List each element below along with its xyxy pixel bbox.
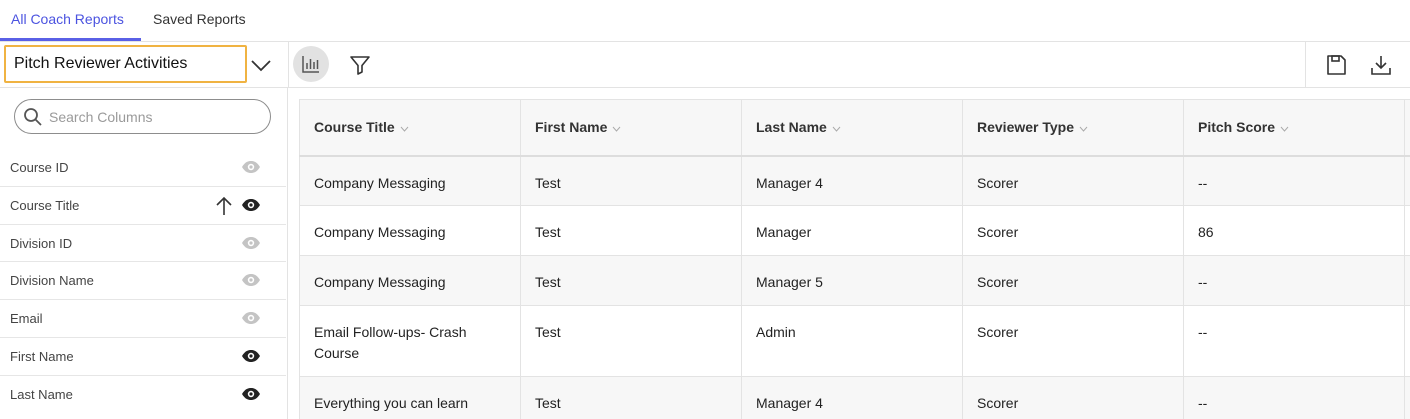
column-header-first-name[interactable]: First Name: [520, 99, 742, 157]
tab-saved-reports[interactable]: Saved Reports: [153, 0, 246, 42]
table-row[interactable]: Email Follow-ups- Crash Course Test Admi…: [299, 305, 1410, 377]
column-header-label: Last Name: [756, 119, 827, 136]
caret-down-icon: [832, 126, 841, 132]
column-header-label: Reviewer Type: [977, 119, 1075, 136]
table-cell: --: [1183, 305, 1405, 377]
eye-icon[interactable]: [241, 236, 261, 250]
column-label: Course Title: [10, 197, 80, 213]
column-header-label: First Name: [535, 119, 608, 136]
column-label: Course ID: [10, 160, 69, 175]
table-cell: Test: [520, 155, 742, 206]
table-cell: Company Messaging: [299, 205, 521, 256]
caret-down-icon: [400, 126, 409, 132]
table-cell: 86: [1183, 205, 1405, 256]
table-cell: Scorer: [962, 376, 1184, 419]
eye-icon[interactable]: [241, 387, 261, 401]
table-cell-overflow: [1404, 205, 1410, 256]
column-label: Email: [10, 311, 43, 327]
eye-icon[interactable]: [241, 349, 261, 363]
column-label: First Name: [10, 348, 74, 364]
save-icon[interactable]: [1324, 53, 1348, 77]
column-item-division-name[interactable]: Division Name: [0, 262, 286, 301]
download-icon[interactable]: [1369, 53, 1393, 77]
search-columns-input[interactable]: [49, 100, 264, 133]
column-sidebar: Course ID Course Title Division ID: [0, 88, 288, 419]
table-cell: Manager 4: [741, 155, 963, 206]
bar-chart-icon: [302, 56, 319, 73]
column-header-label: Pitch Score: [1198, 119, 1276, 136]
table-cell-overflow: [1404, 155, 1410, 206]
chart-view-button[interactable]: [293, 46, 329, 82]
column-item-email[interactable]: Email: [0, 300, 286, 338]
eye-icon[interactable]: [241, 198, 261, 212]
table-cell: --: [1183, 255, 1405, 306]
table-cell: Scorer: [962, 255, 1184, 306]
caret-down-icon: [1280, 126, 1289, 132]
table-cell: Manager: [741, 205, 963, 256]
toolbar-divider-right: [1305, 42, 1306, 88]
table-cell: Scorer: [962, 205, 1184, 256]
report-toolbar: Pitch Reviewer Activities: [0, 42, 1410, 88]
table-header-row: Course Title First Name Last Name Review…: [299, 99, 1410, 157]
table-cell: Manager 4: [741, 376, 963, 419]
column-label: Division Name: [10, 273, 94, 289]
table-cell: Email Follow-ups- Crash Course: [299, 305, 521, 377]
column-label: Last Name: [10, 386, 73, 402]
column-item-first-name[interactable]: First Name: [0, 338, 286, 376]
column-item-last-name[interactable]: Last Name: [0, 376, 286, 414]
chevron-down-icon[interactable]: [248, 52, 274, 78]
column-header-last-name[interactable]: Last Name: [741, 99, 963, 157]
active-tab-indicator: [0, 38, 141, 41]
caret-down-icon: [612, 126, 621, 132]
report-tabs: All Coach Reports Saved Reports: [0, 0, 1410, 42]
column-item-division-id[interactable]: Division ID: [0, 225, 286, 263]
table-cell: Scorer: [962, 305, 1184, 377]
filter-icon[interactable]: [348, 53, 372, 77]
column-header-label: Course Title: [314, 119, 395, 136]
table-cell-overflow: [1404, 255, 1410, 306]
table-cell: Everything you can learn: [299, 376, 521, 419]
search-icon: [24, 108, 42, 126]
table-cell: Company Messaging: [299, 155, 521, 206]
tab-all-coach-reports[interactable]: All Coach Reports: [11, 0, 124, 42]
table-cell: Test: [520, 376, 742, 419]
column-header-reviewer-type[interactable]: Reviewer Type: [962, 99, 1184, 157]
column-header-overflow: [1404, 99, 1410, 157]
table-cell-overflow: [1404, 376, 1410, 419]
report-table: Course Title First Name Last Name Review…: [299, 99, 1410, 419]
table-cell: Test: [520, 255, 742, 306]
column-item-course-title[interactable]: Course Title: [0, 187, 286, 225]
table-row[interactable]: Company Messaging Test Manager 4 Scorer …: [299, 155, 1410, 206]
table-cell: Company Messaging: [299, 255, 521, 306]
column-header-pitch-score[interactable]: Pitch Score: [1183, 99, 1405, 157]
table-cell: Test: [520, 305, 742, 377]
eye-icon[interactable]: [241, 273, 261, 287]
table-cell-overflow: [1404, 305, 1410, 377]
toolbar-divider: [288, 42, 289, 88]
report-selector[interactable]: Pitch Reviewer Activities: [4, 45, 247, 83]
column-header-course-title[interactable]: Course Title: [299, 99, 521, 157]
table-cell: Test: [520, 205, 742, 256]
column-list: Course ID Course Title Division ID Divis…: [0, 149, 287, 414]
sort-ascending-icon[interactable]: [215, 196, 233, 216]
table-row[interactable]: Company Messaging Test Manager Scorer 86: [299, 205, 1410, 256]
column-search: [14, 99, 271, 134]
table-cell: Scorer: [962, 155, 1184, 206]
eye-icon[interactable]: [241, 160, 261, 174]
eye-icon[interactable]: [241, 311, 261, 325]
column-item-course-id[interactable]: Course ID: [0, 149, 286, 187]
caret-down-icon: [1079, 126, 1088, 132]
table-cell: --: [1183, 155, 1405, 206]
table-cell: --: [1183, 376, 1405, 419]
column-label: Division ID: [10, 235, 73, 251]
report-table-container: Course Title First Name Last Name Review…: [299, 99, 1410, 419]
table-cell: Manager 5: [741, 255, 963, 306]
table-cell: Admin: [741, 305, 963, 377]
table-row[interactable]: Company Messaging Test Manager 5 Scorer …: [299, 255, 1410, 306]
table-row[interactable]: Everything you can learn Test Manager 4 …: [299, 376, 1410, 419]
